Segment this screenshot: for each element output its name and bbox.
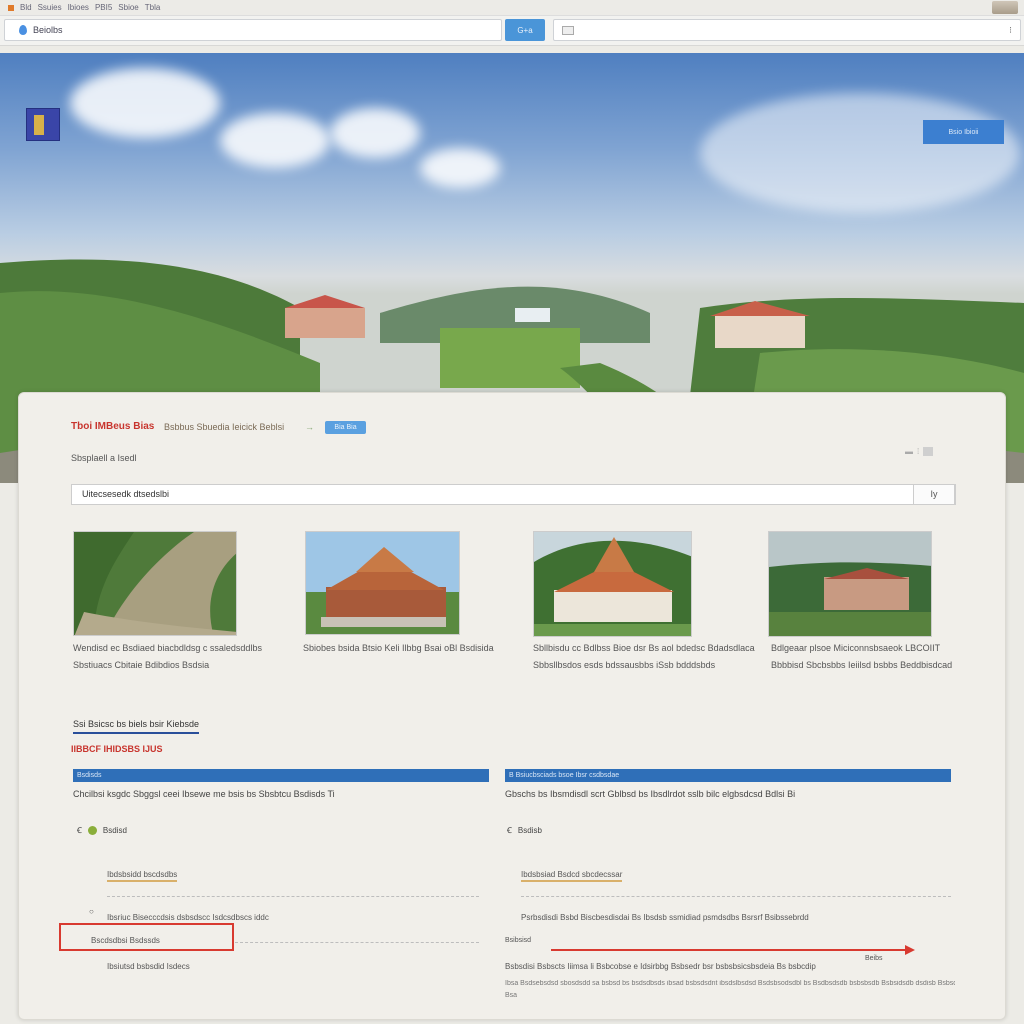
gallery-image-building[interactable] bbox=[768, 531, 932, 637]
panel-line-left: Ibsriuc Bisecccdsis dsbsdscc Isdcsdbscs … bbox=[107, 913, 269, 922]
panel-footnote: Ibsa Bsdsebsdsd sbosdsdd sa bsbsd bs bsd… bbox=[505, 980, 955, 987]
hero-action-button[interactable]: Bsio Ibioii bbox=[923, 120, 1004, 144]
tile-view-icon[interactable] bbox=[923, 447, 934, 456]
site-title: Tboi IMBeus Bias bbox=[71, 421, 155, 432]
browser-top-strip: Bld Ssuies Ibioes PBI5 Sbioe Tbla bbox=[0, 0, 1024, 16]
address-bar[interactable]: Beiolbs bbox=[4, 19, 502, 41]
search-input-value: Uitecsesedk dtsedslbi bbox=[82, 489, 170, 499]
bullet-icon: Ꞓ bbox=[507, 826, 512, 835]
divider bbox=[521, 896, 951, 897]
gallery-caption[interactable]: Sbllbisdu cc Bdlbss Bioe dsr Bs aol bded… bbox=[533, 640, 763, 674]
circle-icon: ○ bbox=[89, 907, 94, 916]
browser-toolbar: Beiolbs G+a ⁝ bbox=[0, 16, 1024, 46]
bullet-icon: Ꞓ bbox=[77, 826, 82, 835]
panel-header-left[interactable]: Bsdisds bbox=[73, 769, 489, 782]
top-strip-item-5[interactable]: Sbioe bbox=[118, 3, 138, 12]
gallery-caption[interactable]: Sbiobes bsida Btsio Keli Ilbbg Bsai oBl … bbox=[303, 640, 513, 657]
panel-item-right[interactable]: Ꞓ Bsdisb bbox=[507, 825, 542, 836]
go-button[interactable]: G+a bbox=[505, 19, 545, 41]
browser-search-field[interactable]: ⁝ bbox=[553, 19, 1021, 41]
panel-bottom-text: Bsbsdisi Bsbscts Iiimsa li Bsbcobse e Id… bbox=[505, 962, 816, 971]
temple-image bbox=[306, 532, 459, 634]
cloud-shape bbox=[330, 108, 420, 158]
panel-item-label: Bsdisd bbox=[102, 826, 127, 835]
browser-app-icon bbox=[8, 4, 14, 11]
panel-small-line: Ibsiutsd bsbsdid Isdecs bbox=[107, 962, 190, 971]
panel-link-left[interactable]: Ibdsbsidd bscdsdbs bbox=[107, 870, 178, 882]
panel-footnote-2: Bsa bbox=[505, 992, 518, 999]
window-controls-icon[interactable] bbox=[992, 1, 1018, 14]
drop-icon bbox=[19, 25, 27, 35]
top-strip-item-6[interactable]: Tbla bbox=[145, 3, 161, 12]
gallery-image-temple[interactable] bbox=[305, 531, 460, 635]
hall-image bbox=[534, 532, 691, 636]
gallery-caption[interactable]: Bdlgeaar plsoe Miciconnsbsaeok LBCOIIT B… bbox=[771, 640, 961, 674]
arrow-icon: → bbox=[305, 422, 314, 432]
cloud-shape bbox=[700, 93, 1020, 213]
panel-description-right: Gbschs bs Ibsmdisdl scrt Gblbsd bs Ibsdl… bbox=[505, 789, 796, 799]
panel-item-label: Bsdisb bbox=[517, 826, 542, 835]
panel-item-left[interactable]: Ꞓ Bsdisd bbox=[77, 825, 127, 836]
search-input[interactable]: Uitecsesedk dtsedslbi Iy bbox=[71, 484, 956, 505]
arrow-label: Bsibsisd bbox=[505, 937, 532, 944]
menu-icon[interactable]: ⁝ bbox=[1009, 25, 1012, 36]
cloud-shape bbox=[220, 113, 330, 168]
content-card: Tboi IMBeus Bias Bsbbus Sbuedia Ieicick … bbox=[18, 392, 1006, 1020]
grid-view-icon[interactable]: ⁞ bbox=[917, 447, 919, 456]
search-button[interactable]: Iy bbox=[913, 484, 955, 505]
panel-link-right[interactable]: Ibdsbsiad Bsdcd sbcdecssar bbox=[521, 870, 623, 882]
top-strip-item-2[interactable]: Ssuies bbox=[38, 3, 62, 12]
breadcrumb[interactable]: Sbsplaell a Isedl bbox=[71, 453, 137, 463]
list-view-icon[interactable]: ▬ bbox=[905, 447, 913, 456]
search-tab-icon bbox=[562, 25, 574, 35]
boxed-link[interactable]: Bscdsdbsi Bsdssds bbox=[91, 936, 160, 945]
divider bbox=[107, 896, 479, 897]
leaf-icon bbox=[87, 826, 97, 835]
view-toggle[interactable]: ▬ ⁞ bbox=[905, 447, 934, 456]
building-image bbox=[769, 532, 931, 636]
panel-line-right: Psrbsdisdi Bsbd Biscbesdisdai Bs Ibsdsb … bbox=[521, 913, 809, 922]
top-strip-item-1[interactable]: Bld bbox=[20, 3, 32, 12]
section-subheading: IIBBCF IHIDSBS IJUS bbox=[71, 744, 163, 754]
panel-header-right[interactable]: B Bsiucbsciads bsoe Ibsr csdbsdae bbox=[505, 769, 951, 782]
gallery-image-path[interactable] bbox=[73, 531, 237, 636]
site-subtitle: Bsbbus Sbuedia Ieicick Beblsi bbox=[164, 422, 285, 432]
arrow-end-label: Beibs bbox=[865, 955, 883, 962]
top-strip-item-4[interactable]: PBI5 bbox=[95, 3, 112, 12]
address-text: Beiolbs bbox=[33, 25, 63, 35]
cloud-shape bbox=[420, 148, 500, 188]
panel-description-left: Chcilbsi ksgdc Sbggsl ceei Ibsewe me bsi… bbox=[73, 789, 335, 799]
garden-path-image bbox=[74, 532, 236, 635]
university-logo[interactable] bbox=[26, 108, 60, 141]
top-strip-item-3[interactable]: Ibioes bbox=[68, 3, 89, 12]
red-arrow-line bbox=[551, 949, 907, 951]
divider bbox=[235, 942, 479, 943]
section-heading: Ssi Bsicsc bs biels bsir Kiebsde bbox=[73, 719, 200, 734]
status-badge[interactable]: Bia Bia bbox=[325, 421, 366, 434]
gallery-caption[interactable]: Wendisd ec Bsdiaed biacbdldsg c ssaledsd… bbox=[73, 640, 273, 674]
arrow-head-icon bbox=[905, 945, 915, 955]
gallery-image-hall[interactable] bbox=[533, 531, 692, 637]
cloud-shape bbox=[70, 68, 220, 138]
